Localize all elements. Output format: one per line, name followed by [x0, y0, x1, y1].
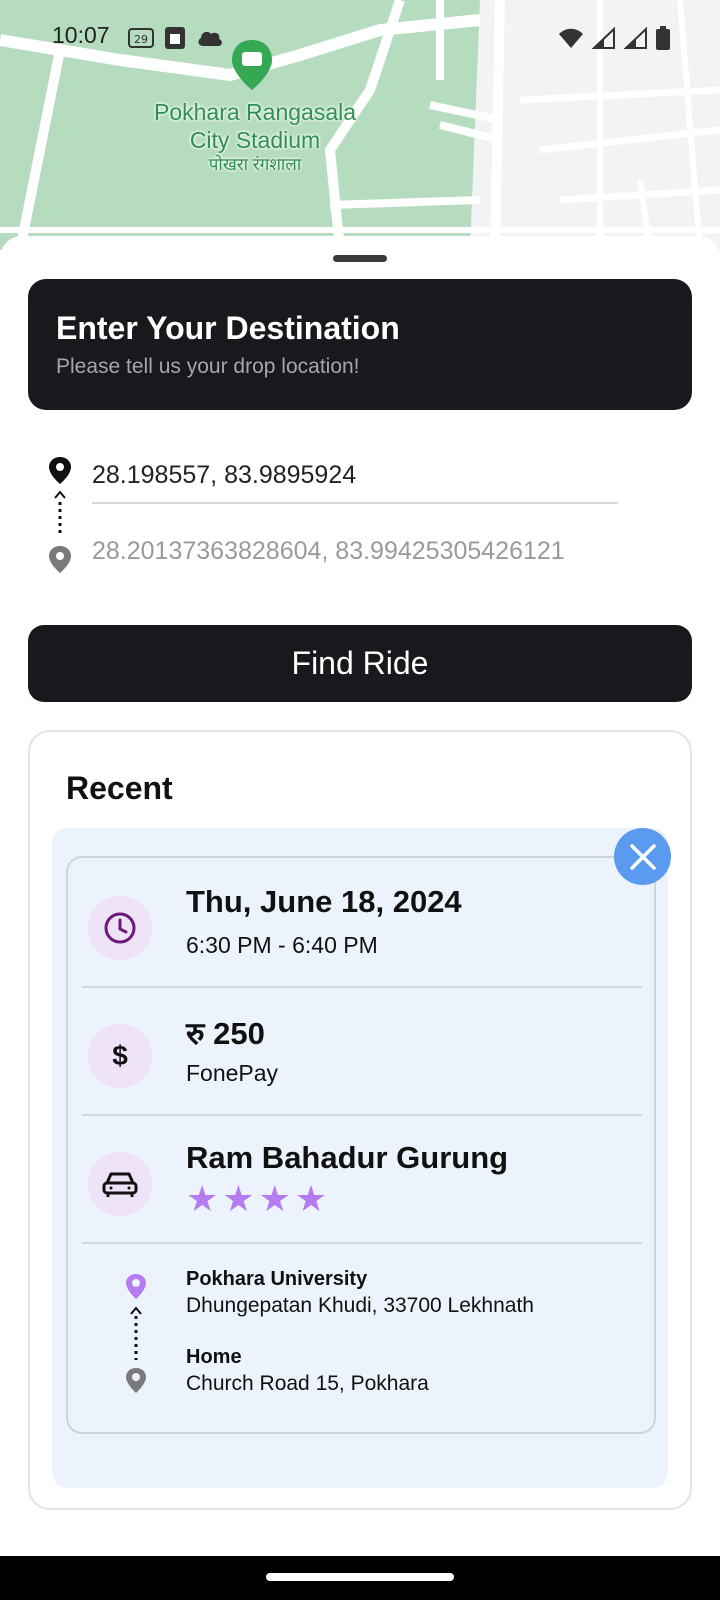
sim-icon: [164, 26, 186, 54]
ride-time-range: 6:30 PM - 6:40 PM: [186, 932, 378, 958]
close-icon: [629, 843, 656, 870]
row-divider: [82, 1114, 642, 1116]
pickup-location-field[interactable]: 28.198557, 83.9895924: [92, 454, 618, 504]
dropoff-address: Church Road 15, Pokhara: [186, 1372, 429, 1395]
dropoff-name: Home: [186, 1346, 242, 1368]
drag-handle[interactable]: [333, 255, 387, 262]
poi-name-local: पोखरा रंगशाला: [208, 155, 302, 174]
cloud-icon: [196, 28, 224, 52]
status-time: 10:07: [52, 22, 110, 48]
destination-location-field[interactable]: 28.20137363828604, 83.99425305426121: [92, 530, 652, 580]
calendar-badge-icon: 29: [128, 27, 154, 53]
row-divider: [82, 986, 642, 988]
ride-fare: रु 250: [186, 1016, 265, 1051]
find-ride-button[interactable]: Find Ride: [28, 625, 692, 702]
status-icons-left: 29: [128, 26, 224, 54]
pickup-name: Pokhara University: [186, 1268, 368, 1290]
route-inputs: 28.198557, 83.9895924 28.20137363828604,…: [44, 454, 684, 594]
destination-title: Enter Your Destination: [56, 310, 400, 346]
wifi-icon: [558, 27, 584, 53]
star-icon: ★: [186, 1179, 219, 1220]
status-icons-right: [558, 26, 670, 54]
status-bar: 10:07 29: [0, 22, 720, 58]
recent-section: Recent Thu, June 18, 2024 6:30 PM - 6:40…: [28, 730, 692, 1510]
driver-name: Ram Bahadur Gurung: [186, 1140, 509, 1175]
pickup-pin-icon: [126, 1274, 146, 1299]
clock-icon: [88, 896, 152, 960]
recent-ride-card[interactable]: Thu, June 18, 2024 6:30 PM - 6:40 PM $ र…: [66, 856, 656, 1434]
battery-icon: [656, 26, 670, 54]
origin-pin-icon: [49, 457, 71, 484]
star-icon: ★: [222, 1179, 255, 1220]
home-gesture-bar[interactable]: [266, 1573, 454, 1581]
ride-route-connector: [126, 1274, 146, 1393]
bottom-sheet: Enter Your Destination Please tell us yo…: [0, 236, 720, 1556]
system-nav-bar: [0, 1556, 720, 1600]
dropoff-pin-icon: [126, 1368, 146, 1393]
payment-method: FonePay: [186, 1060, 279, 1086]
svg-text:29: 29: [134, 33, 148, 46]
signal-icon: [591, 26, 616, 53]
destination-subtitle: Please tell us your drop location!: [56, 355, 360, 378]
remove-recent-button[interactable]: [614, 828, 671, 885]
driver-rating: ★ ★ ★ ★: [186, 1182, 327, 1218]
map-poi-label[interactable]: Pokhara Rangasala City Stadium पोखरा रंग…: [140, 98, 370, 176]
signal-roaming-icon: [623, 26, 648, 53]
row-divider: [82, 1242, 642, 1244]
car-icon: [88, 1152, 152, 1216]
star-icon: ★: [294, 1179, 328, 1220]
recent-title: Recent: [66, 770, 173, 806]
poi-name: Pokhara Rangasala City Stadium: [153, 99, 357, 153]
destination-header-card: Enter Your Destination Please tell us yo…: [28, 279, 692, 410]
dollar-icon: $: [88, 1024, 152, 1088]
star-icon: ★: [258, 1179, 291, 1220]
destination-pin-icon: [49, 546, 71, 573]
ride-date: Thu, June 18, 2024: [186, 884, 462, 919]
route-connector: [49, 457, 71, 573]
pickup-address: Dhungepatan Khudi, 33700 Lekhnath: [186, 1294, 534, 1317]
